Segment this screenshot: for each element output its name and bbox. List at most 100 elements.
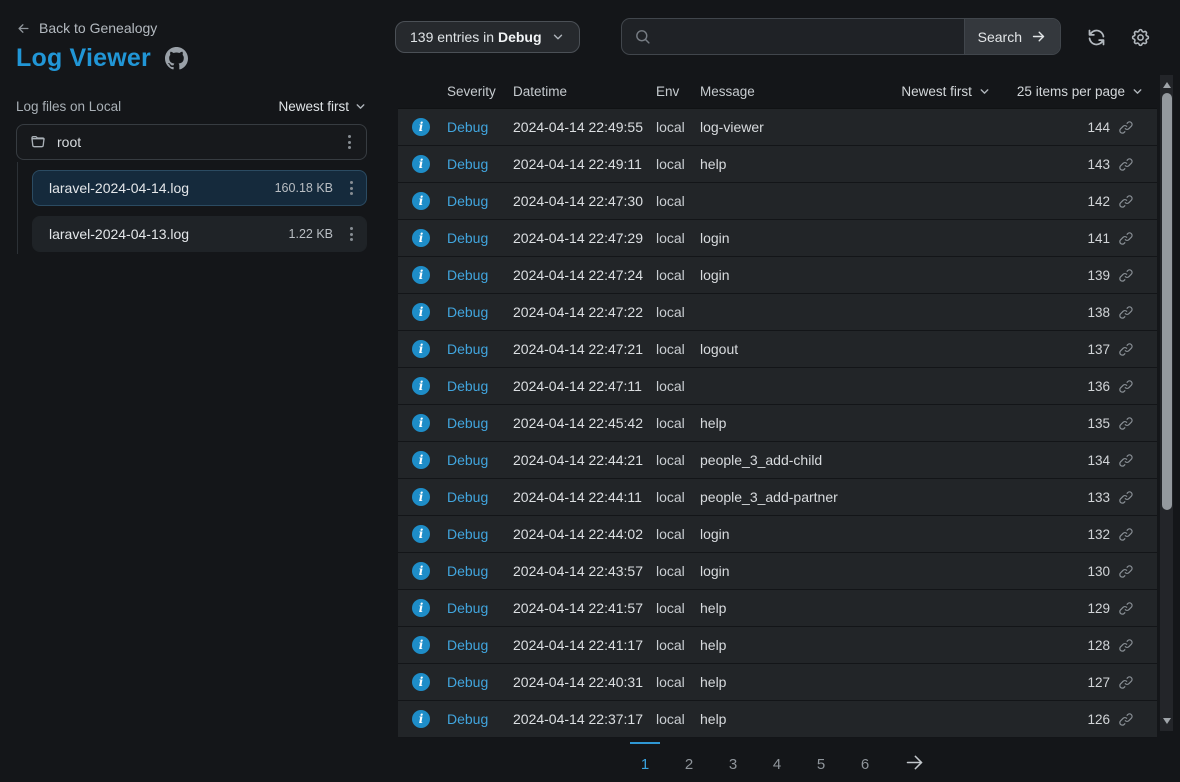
file-sort-label: Newest first [278,99,349,114]
pagination-page[interactable]: 3 [718,742,748,773]
env-cell: local [656,119,700,135]
table-row[interactable]: i Debug 2024-04-14 22:44:21 local people… [398,442,1157,479]
entry-index: 132 [1070,527,1110,542]
entry-index: 144 [1070,120,1110,135]
table-row[interactable]: i Debug 2024-04-14 22:49:11 local help 1… [398,146,1157,183]
scrollbar-thumb[interactable] [1162,93,1172,510]
severity-link[interactable]: Debug [447,378,513,394]
datetime-cell: 2024-04-14 22:37:17 [513,711,656,727]
info-icon: i [412,266,430,284]
link-icon[interactable] [1118,194,1133,209]
severity-link[interactable]: Debug [447,341,513,357]
vertical-scrollbar[interactable] [1160,75,1173,731]
severity-link[interactable]: Debug [447,415,513,431]
table-row[interactable]: i Debug 2024-04-14 22:44:11 local people… [398,479,1157,516]
arrow-right-icon [1030,28,1047,45]
file-menu-icon[interactable] [345,223,358,245]
page-size-dropdown[interactable]: 25 items per page [1017,84,1144,99]
entry-index: 143 [1070,157,1110,172]
message-cell: help [700,156,1070,172]
gear-icon[interactable] [1130,26,1152,48]
link-icon[interactable] [1118,416,1133,431]
pagination-page[interactable]: 1 [630,742,660,773]
severity-link[interactable]: Debug [447,193,513,209]
link-icon[interactable] [1118,342,1133,357]
pagination-page[interactable]: 5 [806,742,836,773]
severity-link[interactable]: Debug [447,711,513,727]
table-row[interactable]: i Debug 2024-04-14 22:47:24 local login … [398,257,1157,294]
table-row[interactable]: i Debug 2024-04-14 22:41:57 local help 1… [398,590,1157,627]
severity-cell-icon: i [398,599,447,617]
severity-link[interactable]: Debug [447,489,513,505]
severity-link[interactable]: Debug [447,304,513,320]
link-icon[interactable] [1118,453,1133,468]
table-row[interactable]: i Debug 2024-04-14 22:47:21 local logout… [398,331,1157,368]
link-icon[interactable] [1118,231,1133,246]
severity-cell-icon: i [398,673,447,691]
table-row[interactable]: i Debug 2024-04-14 22:43:57 local login … [398,553,1157,590]
env-cell: local [656,230,700,246]
link-icon[interactable] [1118,712,1133,727]
severity-link[interactable]: Debug [447,526,513,542]
log-file-item[interactable]: laravel-2024-04-14.log 160.18 KB [32,170,367,206]
folder-item-root[interactable]: root [16,124,367,160]
table-row[interactable]: i Debug 2024-04-14 22:41:17 local help 1… [398,627,1157,664]
entries-sort-dropdown[interactable]: Newest first [901,84,991,99]
message-cell: help [700,711,1070,727]
severity-link[interactable]: Debug [447,600,513,616]
link-icon[interactable] [1118,490,1133,505]
table-row[interactable]: i Debug 2024-04-14 22:44:02 local login … [398,516,1157,553]
datetime-cell: 2024-04-14 22:41:17 [513,637,656,653]
table-row[interactable]: i Debug 2024-04-14 22:49:55 local log-vi… [398,109,1157,146]
env-cell: local [656,563,700,579]
table-row[interactable]: i Debug 2024-04-14 22:47:30 local 142 [398,183,1157,220]
link-icon[interactable] [1118,601,1133,616]
table-row[interactable]: i Debug 2024-04-14 22:45:42 local help 1… [398,405,1157,442]
link-icon[interactable] [1118,638,1133,653]
severity-link[interactable]: Debug [447,267,513,283]
datetime-cell: 2024-04-14 22:44:21 [513,452,656,468]
github-icon[interactable] [165,47,188,70]
pagination-page[interactable]: 2 [674,742,704,773]
link-icon[interactable] [1118,120,1133,135]
file-menu-icon[interactable] [345,177,358,199]
back-link[interactable]: Back to Genealogy [16,20,157,36]
link-icon[interactable] [1118,527,1133,542]
table-row[interactable]: i Debug 2024-04-14 22:47:22 local 138 [398,294,1157,331]
entry-index: 141 [1070,231,1110,246]
severity-link[interactable]: Debug [447,637,513,653]
severity-link[interactable]: Debug [447,156,513,172]
page-size-label: 25 items per page [1017,84,1125,99]
file-sort-dropdown[interactable]: Newest first [278,99,367,114]
severity-cell-icon: i [398,525,447,543]
pagination-next-icon[interactable] [904,742,925,773]
table-row[interactable]: i Debug 2024-04-14 22:37:17 local help 1… [398,701,1157,738]
back-arrow-icon [16,21,31,36]
severity-link[interactable]: Debug [447,119,513,135]
log-file-item[interactable]: laravel-2024-04-13.log 1.22 KB [32,216,367,252]
scroll-down-icon[interactable] [1163,718,1171,724]
search-input[interactable] [651,19,964,54]
refresh-icon[interactable] [1086,26,1108,48]
table-row[interactable]: i Debug 2024-04-14 22:47:29 local login … [398,220,1157,257]
info-icon: i [412,636,430,654]
table-row[interactable]: i Debug 2024-04-14 22:40:31 local help 1… [398,664,1157,701]
link-icon[interactable] [1118,157,1133,172]
severity-link[interactable]: Debug [447,452,513,468]
scroll-up-icon[interactable] [1163,82,1171,88]
severity-link[interactable]: Debug [447,674,513,690]
link-icon[interactable] [1118,564,1133,579]
search-button[interactable]: Search [964,19,1060,54]
severity-link[interactable]: Debug [447,563,513,579]
table-row[interactable]: i Debug 2024-04-14 22:47:11 local 136 [398,368,1157,405]
severity-link[interactable]: Debug [447,230,513,246]
entries-level-dropdown[interactable]: 139 entries in Debug [395,21,580,53]
datetime-cell: 2024-04-14 22:47:11 [513,378,656,394]
pagination-page[interactable]: 6 [850,742,880,773]
pagination-page[interactable]: 4 [762,742,792,773]
link-icon[interactable] [1118,268,1133,283]
folder-menu-icon[interactable] [343,131,356,153]
link-icon[interactable] [1118,305,1133,320]
link-icon[interactable] [1118,675,1133,690]
link-icon[interactable] [1118,379,1133,394]
